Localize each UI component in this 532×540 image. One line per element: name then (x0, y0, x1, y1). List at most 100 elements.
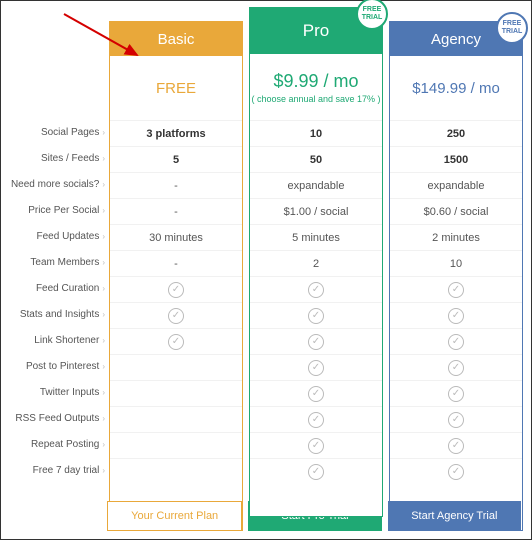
feature-cell: - (110, 250, 242, 276)
feature-cell: $1.00 / social (250, 198, 382, 224)
current-plan-button[interactable]: Your Current Plan (107, 501, 242, 531)
feature-cell: ✓ (390, 354, 522, 380)
check-icon: ✓ (308, 360, 324, 376)
feature-cell: 5 (110, 146, 242, 172)
feature-label-text: Stats and Insights (20, 309, 100, 320)
feature-label-text: Twitter Inputs (40, 387, 99, 398)
pricing-table: Social Pages›Sites / Feeds›Need more soc… (1, 1, 531, 539)
feature-cell: ✓ (250, 276, 382, 302)
chevron-right-icon: › (102, 128, 105, 137)
check-icon: ✓ (168, 334, 184, 350)
plan-pro-cells: 1050expandable$1.00 / social5 minutes2✓✓… (250, 120, 382, 516)
feature-cell: - (110, 172, 242, 198)
feature-label[interactable]: Sites / Feeds› (9, 145, 109, 171)
feature-cell: ✓ (390, 458, 522, 484)
plans-row: Basic FREE 3 platforms5--30 minutes-✓✓✓ … (109, 21, 523, 531)
check-icon: ✓ (448, 464, 464, 480)
feature-cell (110, 458, 242, 484)
feature-labels: Social Pages›Sites / Feeds›Need more soc… (9, 119, 109, 531)
feature-cell (110, 406, 242, 432)
feature-label[interactable]: RSS Feed Outputs› (9, 405, 109, 431)
feature-label[interactable]: Feed Updates› (9, 223, 109, 249)
feature-label[interactable]: Team Members› (9, 249, 109, 275)
feature-label[interactable]: Stats and Insights› (9, 301, 109, 327)
feature-cell: - (110, 198, 242, 224)
feature-cell: ✓ (250, 432, 382, 458)
check-icon: ✓ (308, 386, 324, 402)
check-icon: ✓ (448, 282, 464, 298)
chevron-right-icon: › (102, 414, 105, 423)
check-icon: ✓ (168, 282, 184, 298)
feature-cell: ✓ (110, 328, 242, 354)
feature-cell: ✓ (390, 406, 522, 432)
feature-cell: 2 (250, 250, 382, 276)
feature-label[interactable]: Free 7 day trial› (9, 457, 109, 483)
feature-cell (110, 354, 242, 380)
feature-label-text: Need more socials? (11, 179, 99, 190)
feature-label[interactable]: Social Pages› (9, 119, 109, 145)
feature-cell: ✓ (250, 380, 382, 406)
plan-agency-price-area: $149.99 / mo (390, 56, 522, 120)
chevron-right-icon: › (102, 466, 105, 475)
feature-cell: ✓ (390, 276, 522, 302)
feature-label[interactable]: Feed Curation› (9, 275, 109, 301)
feature-cell: ✓ (250, 328, 382, 354)
plan-pro-price: $9.99 / mo (273, 71, 358, 92)
plan-pro-sub: ( choose annual and save 17% ) (251, 94, 380, 104)
feature-cell: 3 platforms (110, 120, 242, 146)
check-icon: ✓ (448, 386, 464, 402)
check-icon: ✓ (448, 360, 464, 376)
feature-cell: ✓ (110, 276, 242, 302)
feature-cell: 2 minutes (390, 224, 522, 250)
feature-label[interactable]: Need more socials?› (9, 171, 109, 197)
start-agency-trial-button[interactable]: Start Agency Trial (388, 501, 521, 531)
feature-label-text: Post to Pinterest (26, 361, 99, 372)
plan-pro: FREE TRIAL Pro $9.99 / mo ( choose annua… (249, 7, 383, 517)
feature-cell: ✓ (250, 302, 382, 328)
chevron-right-icon: › (102, 310, 105, 319)
chevron-right-icon: › (102, 258, 105, 267)
feature-label-text: Price Per Social (28, 205, 99, 216)
plan-agency-header: FREE TRIAL Agency (390, 22, 522, 56)
feature-cell (110, 380, 242, 406)
feature-label-text: Repeat Posting (31, 439, 99, 450)
check-icon: ✓ (308, 282, 324, 298)
feature-cell: ✓ (390, 328, 522, 354)
feature-label-text: Feed Curation (36, 283, 99, 294)
plan-basic-cells: 3 platforms5--30 minutes-✓✓✓ (110, 120, 242, 530)
free-trial-badge: FREE TRIAL (496, 12, 528, 44)
feature-cell: ✓ (110, 302, 242, 328)
feature-cell: 30 minutes (110, 224, 242, 250)
feature-cell: 1500 (390, 146, 522, 172)
feature-label-text: RSS Feed Outputs (15, 413, 99, 424)
plan-basic-price-area: FREE (110, 56, 242, 120)
plan-agency-cells: 2501500expandable$0.60 / social2 minutes… (390, 120, 522, 530)
free-trial-badge: FREE TRIAL (356, 0, 388, 30)
check-icon: ✓ (168, 308, 184, 324)
feature-cell: ✓ (250, 458, 382, 484)
feature-label[interactable]: Link Shortener› (9, 327, 109, 353)
feature-label[interactable]: Repeat Posting› (9, 431, 109, 457)
feature-label[interactable]: Post to Pinterest› (9, 353, 109, 379)
feature-cell: 10 (390, 250, 522, 276)
feature-cell: expandable (390, 172, 522, 198)
check-icon: ✓ (448, 334, 464, 350)
feature-label-text: Team Members (30, 257, 99, 268)
feature-label-text: Free 7 day trial (33, 465, 100, 476)
chevron-right-icon: › (102, 284, 105, 293)
check-icon: ✓ (308, 412, 324, 428)
feature-label[interactable]: Twitter Inputs› (9, 379, 109, 405)
feature-cell: 10 (250, 120, 382, 146)
feature-cell: ✓ (390, 302, 522, 328)
check-icon: ✓ (308, 334, 324, 350)
chevron-right-icon: › (102, 154, 105, 163)
plan-pro-header: FREE TRIAL Pro (250, 8, 382, 54)
feature-label-text: Link Shortener (34, 335, 99, 346)
feature-cell: $0.60 / social (390, 198, 522, 224)
feature-label[interactable]: Price Per Social› (9, 197, 109, 223)
plan-basic-header: Basic (110, 22, 242, 56)
plan-agency: FREE TRIAL Agency $149.99 / mo 2501500ex… (389, 21, 523, 531)
chevron-right-icon: › (102, 336, 105, 345)
feature-cell: ✓ (390, 380, 522, 406)
check-icon: ✓ (448, 308, 464, 324)
